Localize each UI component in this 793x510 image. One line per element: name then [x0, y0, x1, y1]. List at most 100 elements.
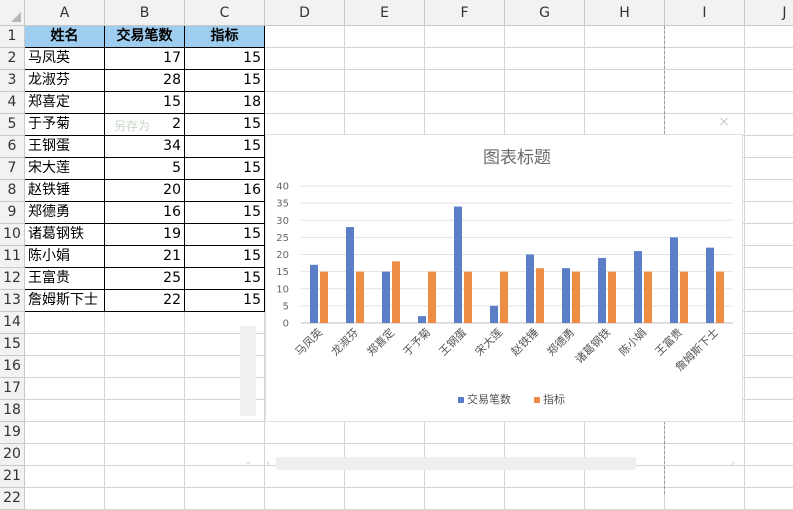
- grid-cell[interactable]: [665, 114, 745, 136]
- grid-cell[interactable]: [265, 488, 345, 510]
- row-header[interactable]: 5: [0, 114, 25, 136]
- grid-cell[interactable]: [25, 378, 105, 400]
- row-header[interactable]: 15: [0, 334, 25, 356]
- grid-cell[interactable]: [665, 466, 745, 488]
- row-header[interactable]: 8: [0, 180, 25, 202]
- name-cell[interactable]: 诸葛钢铁: [25, 224, 105, 246]
- grid-cell[interactable]: [505, 92, 585, 114]
- grid-cell[interactable]: [745, 444, 793, 466]
- grid-cell[interactable]: [745, 48, 793, 70]
- column-header[interactable]: C: [185, 0, 265, 26]
- column-header[interactable]: F: [425, 0, 505, 26]
- grid-cell[interactable]: [745, 114, 793, 136]
- row-header[interactable]: 13: [0, 290, 25, 312]
- name-cell[interactable]: 郑喜定: [25, 92, 105, 114]
- grid-cell[interactable]: [425, 48, 505, 70]
- grid-cell[interactable]: [25, 356, 105, 378]
- column-header[interactable]: I: [665, 0, 745, 26]
- grid-cell[interactable]: [345, 488, 425, 510]
- number-cell[interactable]: 15: [185, 114, 265, 136]
- row-header[interactable]: 14: [0, 312, 25, 334]
- name-cell[interactable]: 王富贵: [25, 268, 105, 290]
- grid-cell[interactable]: [345, 26, 425, 48]
- grid-cell[interactable]: [585, 92, 665, 114]
- row-header[interactable]: 12: [0, 268, 25, 290]
- name-cell[interactable]: 于予菊: [25, 114, 105, 136]
- grid-cell[interactable]: [505, 488, 585, 510]
- grid-cell[interactable]: [25, 466, 105, 488]
- row-header[interactable]: 20: [0, 444, 25, 466]
- grid-cell[interactable]: [105, 466, 185, 488]
- grid-cell[interactable]: [105, 422, 185, 444]
- number-cell[interactable]: 16: [185, 180, 265, 202]
- grid-cell[interactable]: [585, 26, 665, 48]
- name-cell[interactable]: 宋大莲: [25, 158, 105, 180]
- grid-cell[interactable]: [185, 422, 265, 444]
- column-header[interactable]: A: [25, 0, 105, 26]
- grid-cell[interactable]: [745, 422, 793, 444]
- row-header[interactable]: 7: [0, 158, 25, 180]
- grid-cell[interactable]: [665, 70, 745, 92]
- grid-cell[interactable]: [105, 378, 185, 400]
- number-cell[interactable]: 21: [105, 246, 185, 268]
- grid-cell[interactable]: [585, 114, 665, 136]
- grid-cell[interactable]: [585, 70, 665, 92]
- grid-cell[interactable]: [505, 422, 585, 444]
- grid-cell[interactable]: [745, 92, 793, 114]
- column-header[interactable]: D: [265, 0, 345, 26]
- number-cell[interactable]: 15: [185, 48, 265, 70]
- select-all-corner[interactable]: [0, 0, 25, 26]
- table-header-cell[interactable]: 交易笔数: [105, 26, 185, 48]
- grid-cell[interactable]: [505, 70, 585, 92]
- grid-cell[interactable]: [25, 312, 105, 334]
- number-cell[interactable]: 16: [105, 202, 185, 224]
- number-cell[interactable]: 15: [185, 246, 265, 268]
- column-header[interactable]: E: [345, 0, 425, 26]
- row-header[interactable]: 11: [0, 246, 25, 268]
- grid-cell[interactable]: [25, 400, 105, 422]
- row-header[interactable]: 21: [0, 466, 25, 488]
- grid-cell[interactable]: [505, 48, 585, 70]
- row-header[interactable]: 10: [0, 224, 25, 246]
- grid-cell[interactable]: [345, 422, 425, 444]
- number-cell[interactable]: 15: [185, 158, 265, 180]
- table-header-cell[interactable]: 姓名: [25, 26, 105, 48]
- number-cell[interactable]: 19: [105, 224, 185, 246]
- name-cell[interactable]: 王钢蛋: [25, 136, 105, 158]
- grid-cell[interactable]: [745, 180, 793, 202]
- row-header[interactable]: 9: [0, 202, 25, 224]
- grid-cell[interactable]: [745, 334, 793, 356]
- table-header-cell[interactable]: 指标: [185, 26, 265, 48]
- grid-cell[interactable]: [345, 70, 425, 92]
- grid-cell[interactable]: [265, 26, 345, 48]
- grid-cell[interactable]: [745, 158, 793, 180]
- grid-cell[interactable]: [25, 444, 105, 466]
- grid-cell[interactable]: [665, 488, 745, 510]
- grid-cell[interactable]: [105, 488, 185, 510]
- number-cell[interactable]: 28: [105, 70, 185, 92]
- number-cell[interactable]: 20: [105, 180, 185, 202]
- grid-cell[interactable]: [585, 48, 665, 70]
- grid-cell[interactable]: [425, 70, 505, 92]
- grid-cell[interactable]: [745, 224, 793, 246]
- row-header[interactable]: 22: [0, 488, 25, 510]
- row-header[interactable]: 19: [0, 422, 25, 444]
- row-header[interactable]: 3: [0, 70, 25, 92]
- grid-cell[interactable]: [105, 312, 185, 334]
- grid-cell[interactable]: [345, 92, 425, 114]
- number-cell[interactable]: 34: [105, 136, 185, 158]
- number-cell[interactable]: 15: [105, 92, 185, 114]
- number-cell[interactable]: 22: [105, 290, 185, 312]
- grid-cell[interactable]: [185, 466, 265, 488]
- grid-cell[interactable]: [745, 246, 793, 268]
- grid-cell[interactable]: [265, 114, 345, 136]
- grid-cell[interactable]: [745, 312, 793, 334]
- grid-cell[interactable]: [345, 48, 425, 70]
- name-cell[interactable]: 陈小娟: [25, 246, 105, 268]
- grid-cell[interactable]: [745, 136, 793, 158]
- grid-cell[interactable]: [665, 422, 745, 444]
- grid-cell[interactable]: [105, 400, 185, 422]
- grid-cell[interactable]: [665, 92, 745, 114]
- number-cell[interactable]: 15: [185, 224, 265, 246]
- number-cell[interactable]: 15: [185, 202, 265, 224]
